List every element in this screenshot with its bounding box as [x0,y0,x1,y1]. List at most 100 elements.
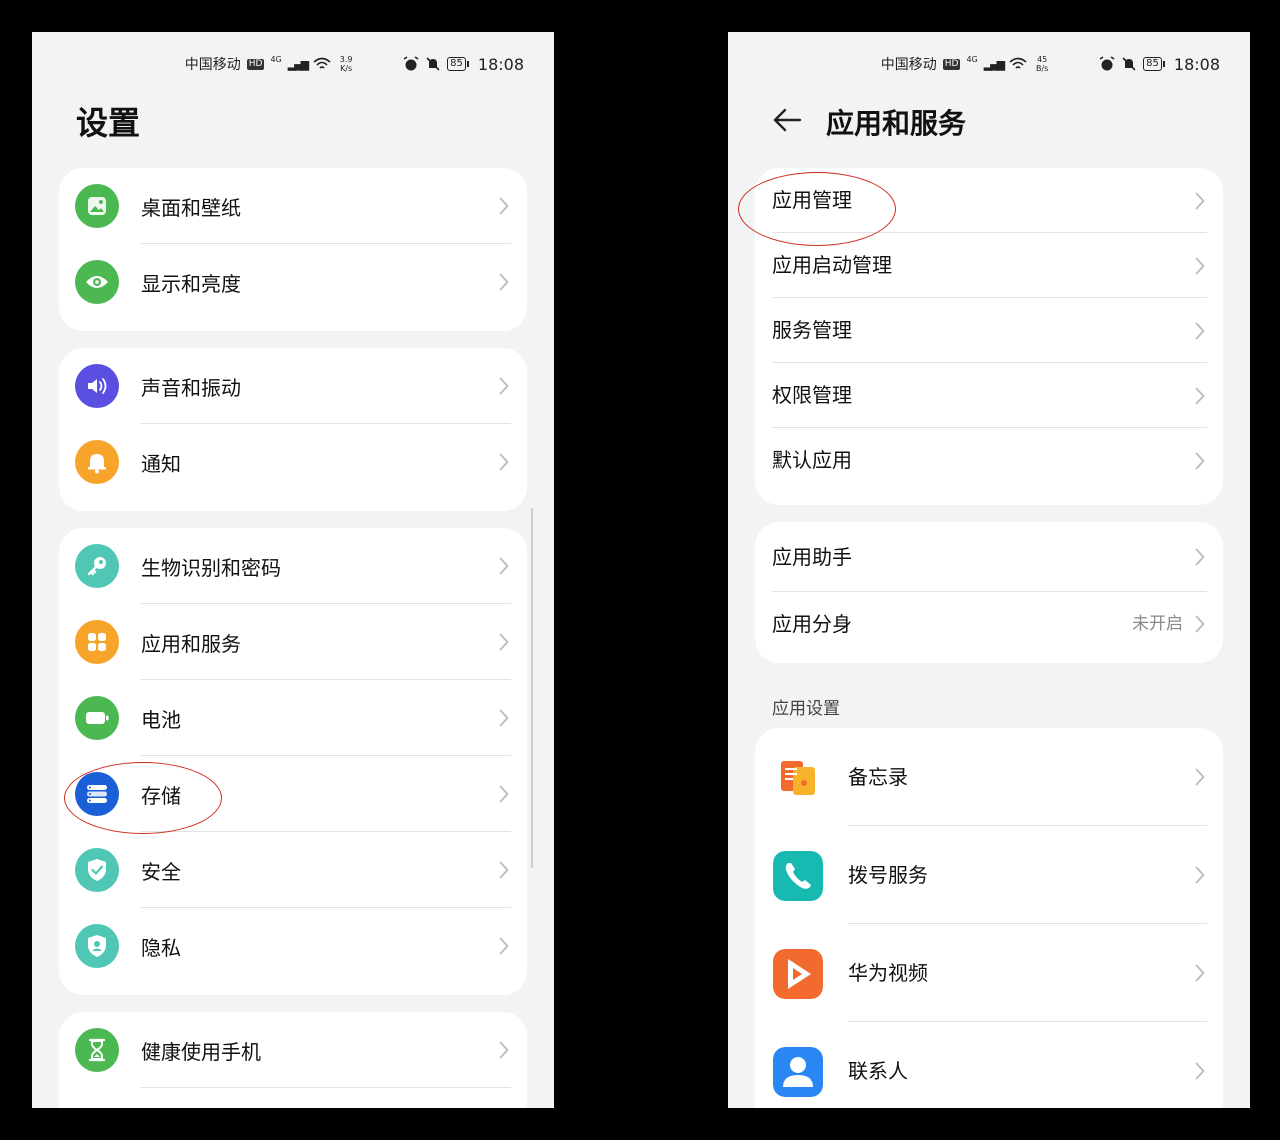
settings-card: 桌面和壁纸 显示和亮度 [59,168,527,331]
video-app-icon [773,949,823,999]
app-item-notes[interactable]: 备忘录 [755,728,1223,826]
settings-item-label: 电池 [141,707,181,732]
app-item-dialer[interactable]: 拨号服务 [755,826,1223,924]
settings-item-label: 应用和服务 [141,631,241,656]
menu-item-label: 服务管理 [772,318,852,342]
settings-screen: 中国移动 HD 4G ▂▄▆ 3.9 K/s 85 18:08 设置 桌面和壁纸 … [32,32,554,1108]
chevron-right-icon [499,633,509,651]
settings-item-display[interactable]: 显示和亮度 [59,244,527,320]
scrollbar[interactable] [531,508,533,868]
clock: 18:08 [477,54,524,74]
settings-item-label: 安全 [141,859,181,884]
battery-level: 85 [447,57,469,71]
hourglass-icon [75,1028,119,1072]
carrier-label: 中国移动 [184,57,241,73]
shield-check-icon [75,848,119,892]
menu-item-default-apps[interactable]: 默认应用 [755,428,1223,493]
settings-card: 健康使用手机 [59,1012,527,1108]
clock: 18:08 [1173,54,1220,74]
settings-item-privacy[interactable]: 隐私 [59,908,527,984]
menu-item-label: 默认应用 [772,448,852,472]
app-settings-card: 备忘录 拨号服务 华为视频 联系人 [755,728,1223,1108]
settings-item-battery[interactable]: 电池 [59,680,527,756]
alarm-icon [1099,56,1115,71]
chevron-right-icon [499,861,509,879]
net-speed-value: 45 [1037,55,1048,64]
app-assistant-card: 应用助手 应用分身 未开启 [755,522,1223,663]
chevron-right-icon [499,273,509,291]
apps-grid-icon [75,620,119,664]
annotation-circle [64,762,222,834]
menu-item-app-twin[interactable]: 应用分身 未开启 [755,592,1223,662]
menu-item-permissions[interactable]: 权限管理 [755,363,1223,428]
net-speed-unit: B/s [1035,64,1049,73]
alarm-icon [403,56,419,71]
app-item-label: 联系人 [848,1059,908,1083]
chevron-right-icon [499,1041,509,1059]
page-title: 应用和服务 [826,107,967,140]
notes-app-icon [781,761,815,795]
wallpaper-icon [75,184,119,228]
settings-item-digital-balance[interactable]: 健康使用手机 [59,1012,527,1088]
wifi-icon [1009,57,1027,69]
hd-badge: HD [942,58,961,70]
status-bar: 中国移动 HD 4G ▂▄▆ 45 B/s 85 18:08 [881,52,1220,76]
battery-icon [75,696,119,740]
settings-item-notifications[interactable]: 通知 [59,424,527,500]
net-speed: 3.9 K/s [337,55,355,73]
chevron-right-icon [1195,1062,1205,1080]
privacy-icon [75,924,119,968]
phone-app-icon [773,851,823,901]
chevron-right-icon [499,557,509,575]
chevron-right-icon [499,785,509,803]
app-item-label: 备忘录 [848,765,908,789]
chevron-right-icon [499,709,509,727]
chevron-right-icon [1195,768,1205,786]
key-icon [75,544,119,588]
chevron-right-icon [499,197,509,215]
app-item-label: 华为视频 [848,961,928,985]
chevron-right-icon [1195,387,1205,405]
chevron-right-icon [499,453,509,471]
app-item-contacts[interactable]: 联系人 [755,1022,1223,1108]
chevron-right-icon [1195,257,1205,275]
chevron-right-icon [1195,964,1205,982]
page-title: 设置 [76,104,141,142]
settings-item-label: 显示和亮度 [141,271,241,296]
network-type: 4G [966,54,978,64]
chevron-right-icon [499,937,509,955]
contacts-app-icon [773,1047,823,1097]
settings-item-wallpaper[interactable]: 桌面和壁纸 [59,168,527,244]
menu-item-app-assistant[interactable]: 应用助手 [755,522,1223,592]
chevron-right-icon [1195,452,1205,470]
settings-card: 声音和振动 通知 [59,348,527,511]
settings-item-apps-services[interactable]: 应用和服务 [59,604,527,680]
app-item-label: 拨号服务 [848,863,928,887]
menu-item-service-management[interactable]: 服务管理 [755,298,1223,363]
settings-item-security[interactable]: 安全 [59,832,527,908]
net-speed-value: 3.9 [339,55,353,64]
status-bar: 中国移动 HD 4G ▂▄▆ 3.9 K/s 85 18:08 [185,52,524,76]
mute-bell-icon [426,57,440,71]
settings-item-sound[interactable]: 声音和振动 [59,348,527,424]
net-speed-unit: K/s [340,64,353,73]
app-twin-status: 未开启 [1132,614,1183,634]
speaker-icon [75,364,119,408]
eye-icon [75,260,119,304]
settings-item-label: 声音和振动 [141,375,241,400]
chevron-right-icon [1195,548,1205,566]
app-item-huawei-video[interactable]: 华为视频 [755,924,1223,1022]
settings-item-label: 隐私 [141,935,181,960]
menu-item-label: 应用助手 [772,545,852,569]
settings-item-label: 通知 [141,451,181,476]
back-arrow-icon[interactable] [770,102,806,138]
signal-icon: ▂▄▆ [287,57,309,71]
battery-level: 85 [1143,57,1165,71]
settings-item-biometrics[interactable]: 生物识别和密码 [59,528,527,604]
menu-item-label: 权限管理 [772,383,852,407]
settings-item-label: 生物识别和密码 [141,555,281,580]
chevron-right-icon [1195,866,1205,884]
network-type: 4G [270,54,282,64]
chevron-right-icon [1195,615,1205,633]
chevron-right-icon [1195,192,1205,210]
